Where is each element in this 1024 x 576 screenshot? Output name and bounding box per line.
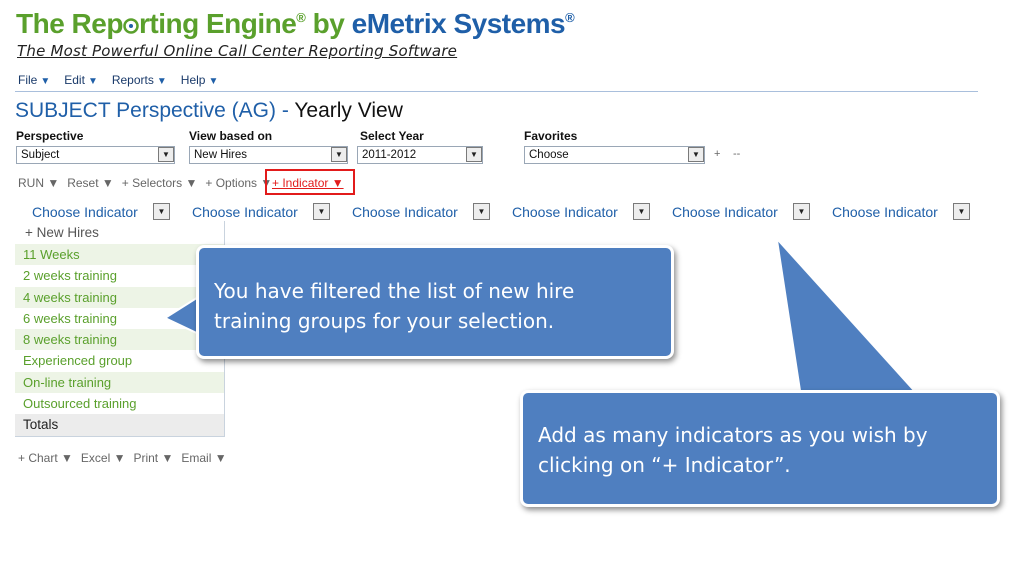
callout-text: Add as many indicators as you wish by cl… xyxy=(538,423,928,477)
right-callout-pointer xyxy=(774,235,920,396)
callout-filtered-groups: You have filtered the list of new hire t… xyxy=(196,245,674,359)
callout-add-indicators: Add as many indicators as you wish by cl… xyxy=(520,390,1000,507)
callout-text: You have filtered the list of new hire t… xyxy=(214,279,575,333)
